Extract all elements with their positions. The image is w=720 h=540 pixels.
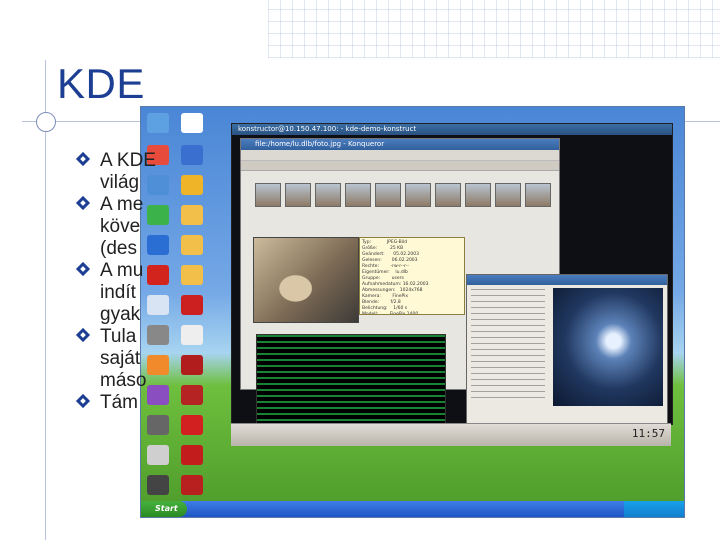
bullet-item: A mu indít gyak: [75, 260, 396, 326]
konqueror-titlebar[interactable]: file:/home/lu.dlb/foto.jpg - Konqueror: [241, 139, 559, 150]
panel-clock: 11:57: [631, 427, 665, 440]
diamond-bullet-icon: [75, 195, 91, 211]
desktop-icon[interactable]: [147, 113, 169, 133]
bullet-item: Tula saját máso: [75, 326, 396, 392]
bullet-line: (des: [100, 238, 137, 259]
thumbnail[interactable]: [525, 183, 551, 207]
bullet-line: A mu: [100, 260, 144, 281]
bullet-item: Tám: [75, 392, 396, 414]
grid-decoration: [268, 0, 720, 58]
diamond-bullet-icon: [75, 261, 91, 277]
bullet-item: A KDE világ: [75, 150, 396, 194]
start-button[interactable]: Start: [141, 501, 187, 517]
xp-taskbar: Start: [141, 501, 684, 517]
diamond-bullet-icon: [75, 151, 91, 167]
desktop-icon[interactable]: [181, 475, 203, 495]
bullet-line: Tula: [100, 326, 137, 347]
bullet-line: máso: [100, 370, 147, 391]
bullet-line: A me: [100, 194, 144, 215]
diamond-bullet-icon: [75, 327, 91, 343]
bullet-list: A KDE világ A me köve (des A mu indít gy…: [75, 150, 396, 414]
bullet-line: indít: [100, 282, 136, 303]
tip-titlebar[interactable]: [467, 275, 667, 285]
bullet-line: világ: [100, 172, 140, 193]
desktop-icon[interactable]: [147, 445, 169, 465]
diamond-bullet-icon: [75, 393, 91, 409]
desktop-icon[interactable]: [181, 415, 203, 435]
bullet-line: Tám: [100, 392, 138, 413]
desktop-icon[interactable]: [147, 475, 169, 495]
bullet-item: A me köve (des: [75, 194, 396, 260]
desktop-icon[interactable]: [181, 445, 203, 465]
vertical-rule: [45, 60, 46, 540]
thumbnail[interactable]: [465, 183, 491, 207]
system-tray: [624, 501, 684, 517]
tip-window: [466, 274, 668, 426]
kde-titlebar[interactable]: konstructor@10.150.47.100: - kde-demo-ko…: [232, 124, 672, 135]
tip-text: [471, 289, 545, 399]
lightbulb-icon: [553, 288, 663, 406]
bullet-line: gyak: [100, 304, 141, 325]
bullet-line: A KDE: [100, 150, 156, 171]
thumbnail[interactable]: [495, 183, 521, 207]
bullet-line: köve: [100, 216, 141, 237]
rule-circle: [36, 112, 56, 132]
thumbnail[interactable]: [435, 183, 461, 207]
bullet-line: saját: [100, 348, 141, 369]
thumbnail[interactable]: [405, 183, 431, 207]
desktop-icon[interactable]: [147, 415, 169, 435]
desktop-icon[interactable]: [181, 113, 203, 133]
kde-panel: 11:57: [231, 423, 671, 446]
slide-title: KDE: [57, 60, 145, 107]
